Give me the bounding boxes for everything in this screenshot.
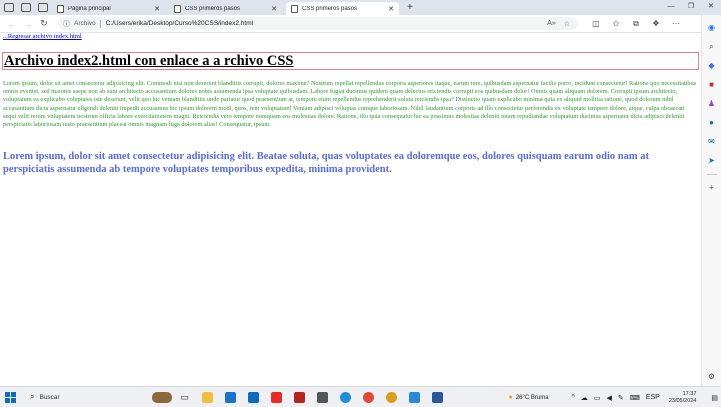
tab-label: CSS primeros pasos xyxy=(302,5,358,12)
search-icon: ⌕ xyxy=(30,392,35,401)
outlook-icon[interactable]: ✉ xyxy=(706,136,718,148)
read-aloud-icon[interactable]: A» xyxy=(547,20,556,27)
windows-taskbar: ⌕ Buscar ▭ ● 26°C Bruma ^ ☁ ▭ ◀ ✎ ⌨ ESP … xyxy=(0,386,721,407)
window-controls: — ❐ ✕ xyxy=(661,0,721,15)
blue-paragraph: Lorem ipsum, dolor sit amet consectetur … xyxy=(3,151,649,175)
youtube-icon[interactable] xyxy=(265,389,288,405)
antivirus-icon[interactable] xyxy=(288,389,311,405)
page-icon xyxy=(57,4,64,13)
task-view-icon[interactable]: ▭ xyxy=(173,389,196,405)
battery-icon[interactable]: ▭ xyxy=(594,394,601,402)
edge-sidebar: ◉ ⌕ ◆ ■ ♟ ● ✉ ➤ + ⚙ xyxy=(701,15,721,386)
store-icon[interactable] xyxy=(242,389,265,405)
workspaces-icon[interactable] xyxy=(21,3,31,12)
minimize-icon[interactable]: — xyxy=(661,0,681,15)
weather-icon: ● xyxy=(508,394,513,401)
send-icon[interactable]: ➤ xyxy=(706,155,718,167)
toolbar-actions: ◫ ✩ ⧉ ❖ ⋯ xyxy=(586,19,686,29)
notification-icon[interactable]: ▤ xyxy=(711,394,718,402)
tab-actions-icon[interactable] xyxy=(38,3,48,12)
volume-icon[interactable]: ◀ xyxy=(606,394,611,402)
browser-toolbar: ← → ↻ ⓘ Archivo C:/Users/erika/Desktop/C… xyxy=(0,15,721,33)
close-window-icon[interactable]: ✕ xyxy=(701,0,721,15)
tag-icon[interactable]: ◆ xyxy=(706,60,718,72)
games-icon[interactable]: ♟ xyxy=(706,98,718,110)
tab-label: CSS primeros pasos xyxy=(185,5,241,12)
new-tab-icon[interactable]: + xyxy=(407,0,413,15)
divider xyxy=(99,19,101,28)
clock[interactable]: 17:37 23/05/2024 xyxy=(669,391,697,405)
keyboard-icon[interactable]: ⌨ xyxy=(630,394,640,402)
mail-icon[interactable] xyxy=(219,389,242,405)
start-icon[interactable] xyxy=(5,391,21,403)
split-screen-icon[interactable]: ◫ xyxy=(586,19,606,28)
add-icon[interactable]: + xyxy=(706,182,718,194)
page-heading: Archivo index2.html con enlace a a rchiv… xyxy=(2,52,699,70)
url-text[interactable]: C:/Users/erika/Desktop/Curso%20CSS/index… xyxy=(106,20,547,27)
tab-label: Página principal xyxy=(68,5,111,12)
favorite-star-icon[interactable]: ☆ xyxy=(564,20,570,28)
tab-1[interactable]: Página principal ✕ xyxy=(52,2,165,15)
site-label: Archivo xyxy=(74,20,96,27)
vscode-icon[interactable] xyxy=(403,389,426,405)
green-paragraph: Lorem ipsum, dolor sit amet consectetur … xyxy=(3,80,697,129)
copilot-icon[interactable]: ◉ xyxy=(706,22,718,34)
more-icon[interactable]: ⋯ xyxy=(666,19,686,28)
office-icon[interactable]: ● xyxy=(706,117,718,129)
search-icon[interactable]: ⌕ xyxy=(706,41,718,53)
collections-icon[interactable]: ⧉ xyxy=(626,19,646,29)
refresh-icon[interactable]: ↻ xyxy=(36,18,52,29)
back-link[interactable]: ...Regresar archivo index.html xyxy=(3,33,82,40)
tab-2[interactable]: CSS primeros pasos ✕ xyxy=(169,2,282,15)
favorites-icon[interactable]: ✩ xyxy=(606,19,626,28)
address-bar[interactable]: ⓘ Archivo C:/Users/erika/Desktop/Curso%2… xyxy=(58,17,578,30)
close-icon[interactable]: ✕ xyxy=(271,5,277,13)
taskbar-search[interactable]: ⌕ Buscar xyxy=(30,390,130,404)
page-icon xyxy=(174,4,181,13)
pen-icon[interactable]: ✎ xyxy=(618,394,624,402)
search-label: Buscar xyxy=(39,393,60,401)
system-tray: ● 26°C Bruma ^ ☁ ▭ ◀ ✎ ⌨ ESP 17:37 23/05… xyxy=(506,387,721,407)
divider xyxy=(706,174,717,175)
weather-widget[interactable]: ● 26°C Bruma xyxy=(506,394,549,401)
chevron-up-icon[interactable]: ^ xyxy=(572,394,575,401)
page-content: ...Regresar archivo index.html Archivo i… xyxy=(0,33,701,386)
widget-image-icon[interactable] xyxy=(150,389,173,405)
tab-strip: Página principal ✕ CSS primeros pasos ✕ … xyxy=(0,0,721,15)
date: 23/05/2024 xyxy=(668,397,697,404)
tab-actions xyxy=(0,0,48,15)
chrome-profile-icon[interactable] xyxy=(380,389,403,405)
cloud-icon[interactable]: ☁ xyxy=(581,394,588,402)
close-icon[interactable]: ✕ xyxy=(388,5,394,13)
profile-icon[interactable] xyxy=(4,3,14,12)
taskbar-apps: ▭ xyxy=(150,389,449,405)
file-explorer-icon[interactable] xyxy=(196,389,219,405)
page-icon xyxy=(291,4,298,13)
word-icon[interactable] xyxy=(426,389,449,405)
time: 17:37 xyxy=(682,390,697,397)
tab-3-active[interactable]: CSS primeros pasos ✕ xyxy=(286,2,399,15)
chrome-icon[interactable] xyxy=(357,389,380,405)
forward-icon[interactable]: → xyxy=(20,19,36,29)
restore-icon[interactable]: ❐ xyxy=(681,0,701,15)
tools-icon[interactable]: ■ xyxy=(706,79,718,91)
language-label[interactable]: ESP xyxy=(646,394,660,401)
weather-text: 26°C Bruma xyxy=(515,394,549,401)
close-icon[interactable]: ✕ xyxy=(154,5,160,13)
edge-icon[interactable] xyxy=(334,389,357,405)
extensions-icon[interactable]: ❖ xyxy=(646,19,666,28)
info-icon[interactable]: ⓘ xyxy=(63,19,70,29)
media-icon[interactable] xyxy=(311,389,334,405)
settings-icon[interactable]: ⚙ xyxy=(706,371,718,383)
back-icon[interactable]: ← xyxy=(4,19,20,29)
